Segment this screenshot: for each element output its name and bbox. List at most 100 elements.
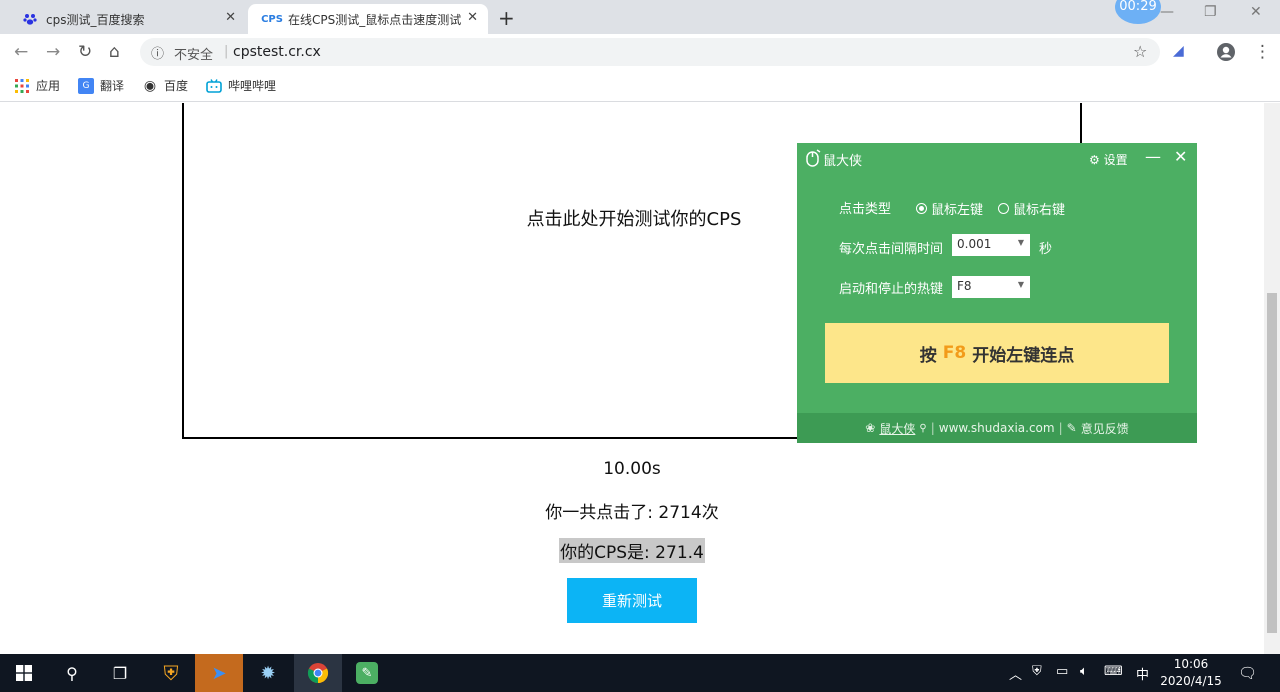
clock-date: 2020/4/15 bbox=[1160, 674, 1222, 688]
translate-icon: G bbox=[78, 77, 94, 94]
start-key: F8 bbox=[942, 343, 967, 363]
minimize-tool-icon[interactable]: — bbox=[1145, 147, 1161, 166]
mouse-logo-icon bbox=[805, 149, 821, 171]
address-bar[interactable]: ⓘ 不安全 | cpstest.cr.cx ☆ bbox=[140, 38, 1160, 66]
taskbar: ⚲ ❐ ⛨ ➤ ✹ ✎ ︿ ⛨ ▭ 🔈︎ ⌨ 中 10:06 2020/4/15… bbox=[0, 654, 1280, 692]
retry-button[interactable]: 重新测试 bbox=[567, 578, 697, 623]
browser-toolbar: ← → ↻ ⌂ ⓘ 不安全 | cpstest.cr.cx ☆ ◢ ⋮ bbox=[0, 34, 1280, 70]
edit-icon: ✎ bbox=[1066, 421, 1077, 435]
search-icon[interactable]: ⚲ bbox=[48, 654, 96, 692]
clock-time: 10:06 bbox=[1173, 657, 1209, 671]
footer-brand-link[interactable]: 鼠大侠 bbox=[879, 420, 915, 437]
radio-label: 鼠标右键 bbox=[1013, 203, 1066, 218]
interval-label: 每次点击间隔时间 bbox=[839, 242, 944, 257]
auto-clicker-window: 鼠大侠 ⚙ 设置 — ✕ 点击类型 鼠标左键 鼠标右键 每次点击间隔时间 0.0… bbox=[797, 143, 1197, 443]
radio-right-button[interactable]: 鼠标右键 bbox=[998, 199, 1065, 218]
reload-icon[interactable]: ↻ bbox=[78, 42, 92, 62]
bilibili-icon bbox=[206, 78, 222, 94]
windows-start-icon[interactable] bbox=[0, 654, 48, 692]
divider: | bbox=[224, 44, 229, 59]
keyboard-icon[interactable]: ⌨ bbox=[1104, 664, 1123, 679]
security-shield-icon[interactable]: ⛨ bbox=[147, 654, 195, 692]
interval-select[interactable]: 0.001 ▼ bbox=[952, 234, 1030, 256]
chrome-icon[interactable] bbox=[294, 654, 342, 692]
page-scrollbar[interactable] bbox=[1264, 103, 1280, 654]
apps-grid-icon bbox=[14, 78, 30, 94]
scrollbar-thumb[interactable] bbox=[1267, 293, 1277, 633]
close-window-icon[interactable]: ✕ bbox=[1250, 4, 1262, 20]
bookmarks-bar: 应用 G 翻译 ◉ 百度 哔哩哔哩 bbox=[0, 70, 1280, 102]
url-text[interactable]: cpstest.cr.cx bbox=[233, 44, 321, 60]
feishu-app-icon[interactable]: ➤ bbox=[195, 654, 243, 692]
click-type-label: 点击类型 bbox=[839, 202, 892, 217]
extension-icon[interactable]: ◢ bbox=[1173, 43, 1184, 59]
baidu-paw-icon bbox=[22, 11, 38, 27]
bookmark-translate[interactable]: G 翻译 bbox=[78, 77, 124, 94]
mouse-tool-taskbar-icon[interactable]: ✎ bbox=[343, 654, 391, 692]
bookmark-label: 翻译 bbox=[100, 79, 125, 93]
settings-button[interactable]: ⚙ 设置 bbox=[1089, 151, 1128, 168]
paw-icon: ❀ bbox=[865, 421, 876, 435]
footer-divider: | bbox=[1058, 421, 1063, 435]
start-suffix: 开始左键连点 bbox=[972, 345, 1075, 366]
hotkey-select[interactable]: F8 ▼ bbox=[952, 276, 1030, 298]
info-icon[interactable]: ⓘ bbox=[151, 43, 164, 62]
start-prefix: 按 bbox=[919, 345, 937, 366]
cps-favicon-icon: CPS bbox=[261, 13, 283, 25]
footer-divider: | bbox=[930, 421, 935, 435]
elapsed-time: 10.00s bbox=[603, 459, 661, 479]
cps-result: 你的CPS是: 271.4 bbox=[559, 538, 705, 563]
menu-kebab-icon[interactable]: ⋮ bbox=[1254, 42, 1271, 62]
bookmark-label: 应用 bbox=[36, 79, 61, 93]
close-tool-icon[interactable]: ✕ bbox=[1174, 147, 1187, 166]
home-icon[interactable]: ⌂ bbox=[109, 42, 120, 62]
radio-left-button[interactable]: 鼠标左键 bbox=[916, 199, 983, 218]
hotkey-label: 启动和停止的热键 bbox=[839, 282, 944, 297]
radio-label: 鼠标左键 bbox=[931, 203, 984, 218]
star-bookmark-icon[interactable]: ☆ bbox=[1133, 42, 1147, 61]
tray-expand-icon[interactable]: ︿ bbox=[1009, 664, 1022, 683]
tab-cps-test[interactable]: CPS 在线CPS测试_鼠标点击速度测试 ✕ bbox=[248, 4, 488, 34]
network-icon[interactable]: ▭ bbox=[1056, 664, 1068, 679]
profile-icon[interactable] bbox=[1216, 42, 1236, 66]
interval-unit: 秒 bbox=[1039, 242, 1053, 257]
dropdown-arrow-icon: ▼ bbox=[1017, 280, 1024, 289]
volume-icon[interactable]: 🔈︎ bbox=[1080, 664, 1088, 679]
tab-baidu-search[interactable]: cps测试_百度搜索 ✕ bbox=[6, 4, 246, 34]
system-clock[interactable]: 10:06 2020/4/15 bbox=[1156, 656, 1226, 690]
total-clicks: 你一共点击了: 2714次 bbox=[545, 503, 719, 523]
settings-label: 设置 bbox=[1103, 153, 1128, 167]
minimize-window-icon[interactable]: — bbox=[1160, 4, 1174, 20]
bookmark-apps[interactable]: 应用 bbox=[14, 77, 60, 94]
bookmark-label: 百度 bbox=[164, 79, 189, 93]
start-clicking-button[interactable]: 按 F8 开始左键连点 bbox=[825, 323, 1169, 383]
interval-value: 0.001 bbox=[957, 237, 992, 251]
radio-selected-icon bbox=[916, 203, 927, 214]
forward-icon[interactable]: → bbox=[46, 42, 60, 62]
ime-indicator[interactable]: 中 bbox=[1136, 664, 1149, 683]
restore-window-icon[interactable]: ❐ bbox=[1204, 4, 1217, 20]
close-tab-icon[interactable]: ✕ bbox=[467, 10, 478, 25]
tab-strip: cps测试_百度搜索 ✕ CPS 在线CPS测试_鼠标点击速度测试 ✕ + 00… bbox=[0, 0, 1280, 34]
bookmark-bilibili[interactable]: 哔哩哔哩 bbox=[206, 77, 276, 94]
tool-title: 鼠大侠 bbox=[823, 154, 863, 169]
bookmark-label: 哔哩哔哩 bbox=[228, 79, 277, 93]
hotkey-value: F8 bbox=[957, 279, 972, 293]
back-icon[interactable]: ← bbox=[14, 42, 28, 62]
footer-site-link[interactable]: www.shudaxia.com bbox=[939, 421, 1055, 435]
insecure-label: 不安全 bbox=[174, 48, 214, 63]
tab-title: cps测试_百度搜索 bbox=[46, 12, 145, 27]
task-view-icon[interactable]: ❐ bbox=[96, 654, 144, 692]
timer-badge: 00:29 bbox=[1115, 0, 1161, 24]
close-tab-icon[interactable]: ✕ bbox=[225, 10, 236, 25]
radio-unselected-icon bbox=[998, 203, 1009, 214]
gear-icon: ⚙ bbox=[1089, 153, 1100, 167]
bookmark-baidu[interactable]: ◉ 百度 bbox=[142, 77, 188, 94]
new-tab-button[interactable]: + bbox=[498, 6, 515, 30]
app-icon[interactable]: ✹ bbox=[244, 654, 292, 692]
tray-shield-icon[interactable]: ⛨ bbox=[1032, 664, 1042, 679]
feedback-link[interactable]: 意见反馈 bbox=[1081, 420, 1129, 437]
notification-icon[interactable]: 🗨︎ bbox=[1238, 664, 1257, 682]
search-icon: ⚲ bbox=[919, 422, 927, 434]
tool-footer: ❀ 鼠大侠 ⚲ | www.shudaxia.com | ✎ 意见反馈 bbox=[797, 413, 1197, 443]
